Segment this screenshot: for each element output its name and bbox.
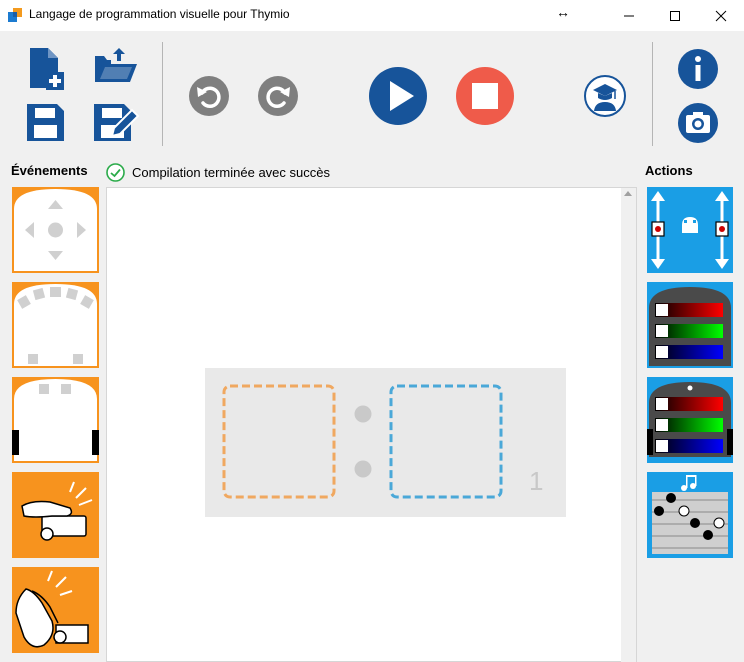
event-block-tap[interactable] <box>12 472 99 558</box>
vertical-scrollbar[interactable] <box>621 188 636 662</box>
events-label: Événements <box>11 163 88 178</box>
open-folder-icon <box>95 48 137 82</box>
open-file-button[interactable] <box>94 48 138 84</box>
info-button[interactable] <box>677 48 719 90</box>
status-text: Compilation terminée avec succès <box>132 164 330 180</box>
undo-button[interactable] <box>188 75 230 117</box>
action-slot[interactable] <box>389 384 503 499</box>
pair-slots <box>222 384 503 499</box>
music-staff-icon <box>652 492 728 554</box>
save-as-icon <box>94 104 140 141</box>
minimize-icon <box>624 15 634 16</box>
window-title: Langage de programmation visuelle pour T… <box>29 7 290 21</box>
maximize-icon <box>670 10 680 21</box>
maximize-button[interactable] <box>652 0 698 31</box>
redo-icon <box>258 76 298 116</box>
save-button[interactable] <box>27 104 65 142</box>
undo-icon <box>189 76 229 116</box>
redo-button[interactable] <box>257 75 299 117</box>
event-block-clap[interactable] <box>12 567 99 653</box>
action-block-music[interactable] <box>647 472 733 558</box>
action-block-top-color[interactable] <box>647 282 733 368</box>
minimize-button[interactable] <box>606 0 652 31</box>
screenshot-button[interactable] <box>677 102 719 144</box>
run-icon <box>369 67 427 125</box>
toolbar-separator <box>162 42 163 146</box>
resize-icon: ↔ <box>556 4 570 20</box>
title-bar: Langage de programmation visuelle pour T… <box>0 0 744 31</box>
close-button[interactable] <box>698 0 744 31</box>
action-block-bottom-color[interactable] <box>647 377 733 463</box>
event-block-front-proximity[interactable] <box>12 282 99 368</box>
save-icon <box>27 104 64 141</box>
action-block-motors[interactable] <box>647 187 733 273</box>
compilation-status: Compilation terminée avec succès <box>106 161 330 183</box>
event-slot[interactable] <box>222 384 336 499</box>
teacher-mode-icon <box>584 75 626 117</box>
info-icon <box>678 49 718 89</box>
run-button[interactable] <box>368 66 428 126</box>
new-file-button[interactable] <box>28 48 68 90</box>
app-logo-icon <box>8 8 22 22</box>
toolbar-separator <box>652 42 653 146</box>
save-as-button[interactable] <box>94 104 140 142</box>
rgb-sliders-icon <box>655 303 723 359</box>
led-icon <box>687 385 693 391</box>
pair-number: 1 <box>529 466 544 496</box>
event-block-buttons[interactable] <box>12 187 99 273</box>
pair-dot-top <box>354 405 372 423</box>
scroll-up-icon[interactable] <box>624 191 632 196</box>
teacher-mode-button[interactable] <box>583 74 627 118</box>
rgb-sliders-icon <box>655 397 723 453</box>
stop-icon <box>456 67 514 125</box>
screenshot-icon <box>678 103 718 143</box>
event-block-ground-proximity[interactable] <box>12 377 99 463</box>
new-file-icon <box>30 48 64 90</box>
actions-label: Actions <box>645 163 693 178</box>
pair-dot-bottom <box>354 460 372 478</box>
stop-button[interactable] <box>455 66 515 126</box>
close-icon <box>715 10 727 21</box>
check-circle-icon <box>106 162 125 182</box>
